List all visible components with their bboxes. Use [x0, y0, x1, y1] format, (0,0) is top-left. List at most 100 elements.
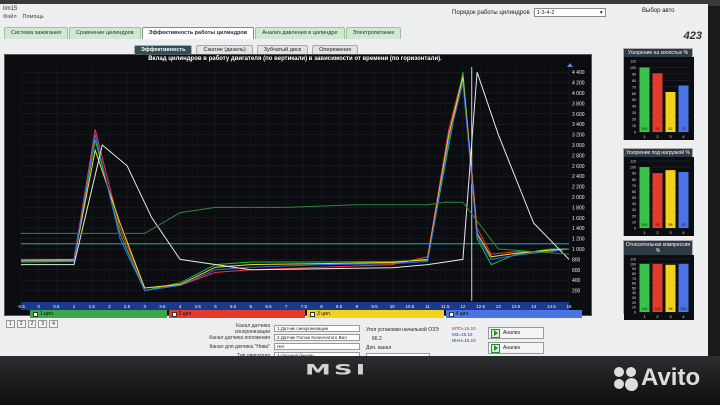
y-tick-label: 50 — [632, 196, 636, 200]
zoom-buttons: 1 2 2 3 4 — [6, 320, 58, 328]
cylinder-legend: 1 цил. 2 цил. 3 цил. 4 цил. — [30, 310, 582, 318]
scroll-up-icon[interactable] — [567, 63, 573, 67]
cylinder-2-label: 2 цил. — [178, 311, 193, 317]
analyze-button[interactable]: Анализ — [488, 327, 544, 339]
x-tick-label: 9.5 — [371, 304, 378, 309]
app-window: lim15 Файл Помощь Порядок работы цилиндр… — [0, 4, 708, 361]
x-axis-strip — [21, 302, 569, 310]
y-tick-label: 3 800 — [572, 101, 585, 107]
analyze-secondary-button-label: Анализ — [503, 345, 520, 351]
bar-cylinder-3 — [665, 91, 676, 132]
y-tick-label: 400 — [572, 278, 581, 284]
x-tick-label: 11 — [425, 304, 430, 309]
y-tick-label: 1 600 — [572, 216, 585, 222]
zoom-button-3[interactable]: 2 — [27, 320, 37, 328]
y-tick-label: 110 — [630, 60, 636, 64]
panel-title: Относительная компрессия % — [624, 241, 692, 255]
y-tick-label: 90 — [632, 172, 636, 176]
y-tick-label: 40 — [632, 105, 636, 109]
cylinder-4-toggle[interactable]: 4 цил. — [445, 310, 582, 318]
y-tick-label: 40 — [632, 202, 636, 206]
y-tick-label: 30 — [632, 111, 636, 115]
x-tick-label: 14.5 — [547, 304, 556, 309]
menu-help[interactable]: Помощь — [23, 14, 44, 23]
zoom-button-4[interactable]: 3 — [38, 320, 48, 328]
y-tick-label: 3 600 — [572, 112, 585, 118]
y-tick-label: 60 — [632, 282, 636, 286]
cylinder-1-toggle[interactable]: 1 цил. — [30, 310, 167, 318]
y-tick-label: 100 — [630, 262, 636, 266]
bar-value-label: 100 — [681, 307, 687, 311]
zoom-button-2[interactable]: 2 — [16, 320, 26, 328]
cylinder-order-value: 1-3-4-2 — [536, 9, 555, 16]
avito-watermark: Avito — [614, 364, 700, 392]
bar-value-label: 100 — [642, 307, 648, 311]
y-tick-label: 40 — [632, 291, 636, 295]
y-tick-label: 90 — [632, 72, 636, 76]
compression-panel: Относительная компрессия % 110 100 90 80 70 6… — [623, 240, 694, 320]
y-tick-label: 30 — [632, 208, 636, 212]
y-tick-label: 0 — [634, 227, 636, 231]
analyze-secondary-button[interactable]: Анализ — [488, 342, 544, 354]
position-channel-select[interactable]: 2 Датчик Полож Коленчатого Вал — [274, 334, 360, 341]
idle-acceleration-chart: 11010090807060504030201001001912623724 — [624, 57, 694, 140]
x-tick-label: 6.5 — [265, 304, 272, 309]
load-acceleration-panel: Ускорение под нагрузкой % 110 100 90 80 70 60… — [623, 148, 694, 236]
y-tick-label: 1 200 — [572, 237, 585, 243]
bar-value-label: 62 — [669, 127, 673, 131]
y-tick-label: 0 — [634, 131, 636, 135]
menu-file[interactable]: Файл — [3, 14, 17, 23]
y-tick-label: 80 — [632, 272, 636, 276]
tab-pressure-analysis[interactable]: Анализ давления в цилиндре — [255, 27, 345, 39]
avito-watermark-text: Avito — [641, 364, 701, 391]
tab-power-supply[interactable]: Электропитание — [345, 27, 402, 39]
y-tick-label: 20 — [632, 301, 636, 305]
cylinder-order-select[interactable]: 1-3-4-2 ▾ — [533, 8, 606, 17]
y-tick-label: 600 — [572, 268, 581, 274]
bar-cylinder-1 — [639, 67, 650, 132]
y-tick-label: 3 000 — [572, 143, 585, 149]
auto-select-label[interactable]: Выбор авто — [642, 8, 675, 14]
zoom-button-1[interactable]: 1 — [6, 320, 15, 328]
bar-cylinder-2 — [652, 263, 663, 312]
bar-cylinder-2 — [652, 73, 663, 132]
cylinder-3-toggle[interactable]: 3 цил. — [307, 310, 444, 318]
tab-cylinder-efficiency[interactable]: Эффективность работы цилиндров — [141, 27, 255, 39]
x-tick-label: 15 — [566, 304, 572, 309]
y-tick-label: 1 800 — [572, 205, 585, 211]
y-tick-label: 80 — [632, 79, 636, 83]
status-line: ИНН=15.10 — [452, 338, 476, 343]
y-tick-label: 4 200 — [572, 81, 585, 87]
angle-settings: Угол установки начальной ОЗЭ 66.2 Доп. к… — [366, 326, 439, 361]
niva-channel-label: Канал для датчика "Нива" — [209, 343, 270, 350]
main-tabs: Система зажигания Сравнение цилиндров Эф… — [4, 27, 402, 39]
sync-channel-select[interactable]: 1 Датчик синхронизации — [274, 325, 360, 332]
x-tick-label: 0.5 — [53, 304, 60, 309]
series-line-2 — [20, 72, 569, 292]
cylinder-2-toggle[interactable]: 2 цил. — [168, 310, 305, 318]
tab-cylinder-compare[interactable]: Сравнение цилиндров — [69, 27, 141, 39]
angle-label: Угол установки начальной ОЗЭ — [366, 327, 439, 333]
rpm-readout: 423 — [683, 30, 702, 42]
zoom-button-5[interactable]: 4 — [49, 320, 58, 328]
y-tick-label: 20 — [632, 118, 636, 122]
y-tick-label: 100 — [630, 66, 636, 70]
x-tick-label: 3.5 — [159, 304, 166, 309]
x-tick-label: 5.5 — [230, 304, 237, 309]
y-tick-label: 200 — [572, 289, 581, 295]
tab-ignition[interactable]: Система зажигания — [4, 27, 69, 39]
laptop-brand-logo: MSI — [305, 362, 369, 379]
extra-channel-label: Доп. канал — [366, 345, 392, 351]
x-tick-label: 2.5 — [124, 304, 131, 309]
bar-cylinder-4 — [678, 85, 689, 132]
angle-value[interactable]: 66.2 — [372, 335, 439, 344]
y-tick-label: 1 400 — [572, 226, 585, 232]
bar-cylinder-1 — [639, 263, 650, 312]
niva-channel-select[interactable]: Нет — [274, 343, 360, 350]
play-icon — [491, 343, 500, 353]
y-tick-label: 30 — [632, 296, 636, 300]
y-tick-label: 60 — [632, 92, 636, 96]
bar-value-label: 100 — [655, 307, 661, 311]
x-tick-label: 10 — [390, 304, 396, 309]
y-tick-label: 1 000 — [572, 247, 585, 253]
